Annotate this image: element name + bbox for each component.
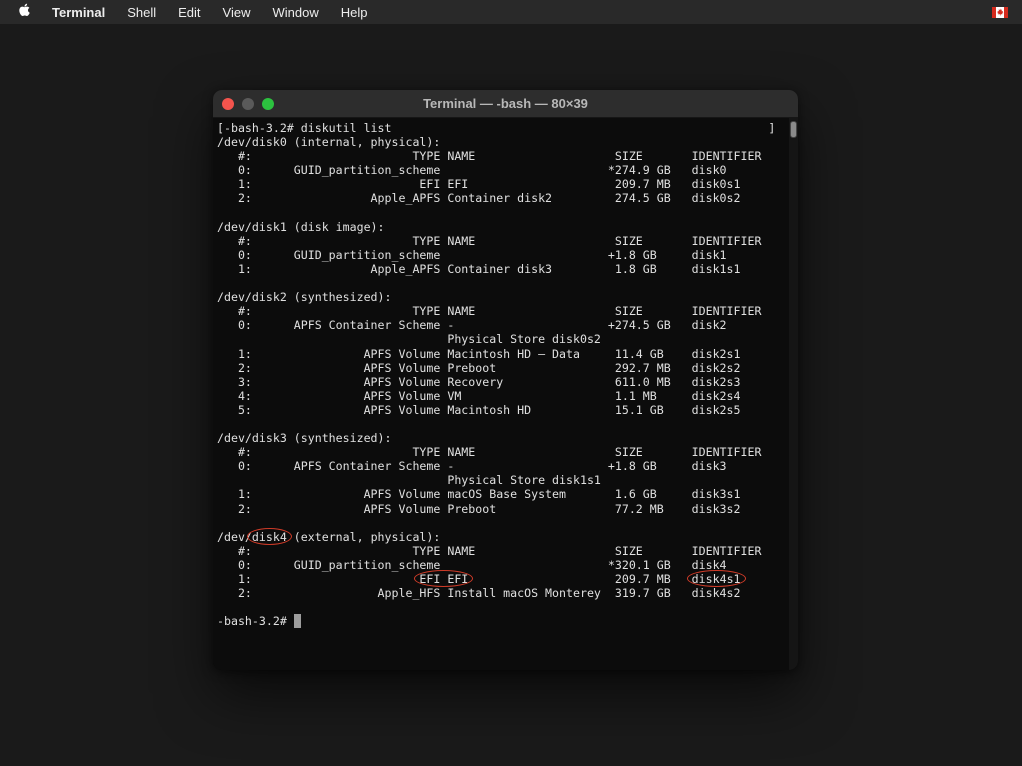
zoom-button[interactable] <box>262 98 274 110</box>
terminal-text-segment: 0: GUID_partition_scheme +1.8 GB disk1 <box>217 248 727 262</box>
red-circle-annotation: disk4s1 <box>692 572 741 586</box>
menu-item-terminal[interactable]: Terminal <box>41 5 116 20</box>
terminal-text-segment: [-bash-3.2# diskutil list ] <box>217 121 775 135</box>
menu-bar: Terminal Shell Edit View Window Help <box>0 0 1022 24</box>
window-titlebar[interactable]: Terminal — -bash — 80×39 <box>213 90 798 118</box>
apple-logo-icon <box>18 3 31 22</box>
terminal-text-segment: 2: Apple_HFS Install macOS Monterey 319.… <box>217 586 741 600</box>
terminal-text-segment: #: TYPE NAME SIZE IDENTIFIER <box>217 544 761 558</box>
red-circle-annotation: EFI EFI <box>419 572 468 586</box>
terminal-text-segment: #: TYPE NAME SIZE IDENTIFIER <box>217 445 761 459</box>
menu-item-window[interactable]: Window <box>262 5 330 20</box>
terminal-text-segment: #: TYPE NAME SIZE IDENTIFIER <box>217 149 761 163</box>
terminal-text-segment: 1: <box>217 572 419 586</box>
scrollbar-thumb[interactable] <box>790 121 797 138</box>
menu-item-help[interactable]: Help <box>330 5 379 20</box>
terminal-text-segment: 2: Apple_APFS Container disk2 274.5 GB d… <box>217 191 741 205</box>
terminal-text-segment: 1: APFS Volume macOS Base System 1.6 GB … <box>217 487 741 501</box>
terminal-text-segment: 0: GUID_partition_scheme *274.9 GB disk0 <box>217 163 727 177</box>
minimize-button[interactable] <box>242 98 254 110</box>
terminal-cursor <box>294 614 301 628</box>
menu-item-shell[interactable]: Shell <box>116 5 167 20</box>
terminal-output[interactable]: [-bash-3.2# diskutil list ] /dev/disk0 (… <box>213 118 798 628</box>
terminal-text-segment: 0: GUID_partition_scheme *320.1 GB disk4 <box>217 558 727 572</box>
terminal-text-segment: Physical Store disk1s1 <box>217 473 601 487</box>
terminal-text-segment: /dev/ <box>217 530 252 544</box>
terminal-text-segment: (external, physical): <box>287 530 441 544</box>
terminal-text-segment: #: TYPE NAME SIZE IDENTIFIER <box>217 304 761 318</box>
terminal-text-segment: 4: APFS Volume VM 1.1 MB disk2s4 <box>217 389 741 403</box>
traffic-lights <box>213 98 274 110</box>
terminal-text-segment: /dev/disk2 (synthesized): <box>217 290 392 304</box>
terminal-text-segment: 1: APFS Volume Macintosh HD — Data 11.4 … <box>217 347 741 361</box>
menu-item-edit[interactable]: Edit <box>167 5 211 20</box>
terminal-text-segment: 2: APFS Volume Preboot 292.7 MB disk2s2 <box>217 361 741 375</box>
terminal-text-segment: 3: APFS Volume Recovery 611.0 MB disk2s3 <box>217 375 741 389</box>
terminal-text-segment: #: TYPE NAME SIZE IDENTIFIER <box>217 234 761 248</box>
terminal-text-segment: 0: APFS Container Scheme - +274.5 GB dis… <box>217 318 727 332</box>
terminal-content[interactable]: [-bash-3.2# diskutil list ] /dev/disk0 (… <box>213 118 798 670</box>
apple-menu[interactable] <box>14 3 41 22</box>
terminal-text-segment: /dev/disk1 (disk image): <box>217 220 385 234</box>
terminal-window: Terminal — -bash — 80×39 [-bash-3.2# dis… <box>213 90 798 670</box>
terminal-text-segment: 5: APFS Volume Macintosh HD 15.1 GB disk… <box>217 403 741 417</box>
terminal-text-segment: 2: APFS Volume Preboot 77.2 MB disk3s2 <box>217 502 741 516</box>
scrollbar-track[interactable] <box>789 118 798 670</box>
close-button[interactable] <box>222 98 234 110</box>
terminal-text-segment: -bash-3.2# <box>217 614 294 628</box>
input-source-flag-canada[interactable] <box>988 7 1012 18</box>
terminal-text-segment: 1: Apple_APFS Container disk3 1.8 GB dis… <box>217 262 741 276</box>
window-title: Terminal — -bash — 80×39 <box>213 96 798 111</box>
terminal-text-segment: 209.7 MB <box>468 572 691 586</box>
terminal-text-segment: 0: APFS Container Scheme - +1.8 GB disk3 <box>217 459 727 473</box>
menu-item-view[interactable]: View <box>212 5 262 20</box>
terminal-text-segment: 1: EFI EFI 209.7 MB disk0s1 <box>217 177 741 191</box>
terminal-text-segment: /dev/disk0 (internal, physical): <box>217 135 440 149</box>
terminal-text-segment: /dev/disk3 (synthesized): <box>217 431 392 445</box>
red-circle-annotation: disk4 <box>252 530 287 544</box>
terminal-text-segment: Physical Store disk0s2 <box>217 332 601 346</box>
